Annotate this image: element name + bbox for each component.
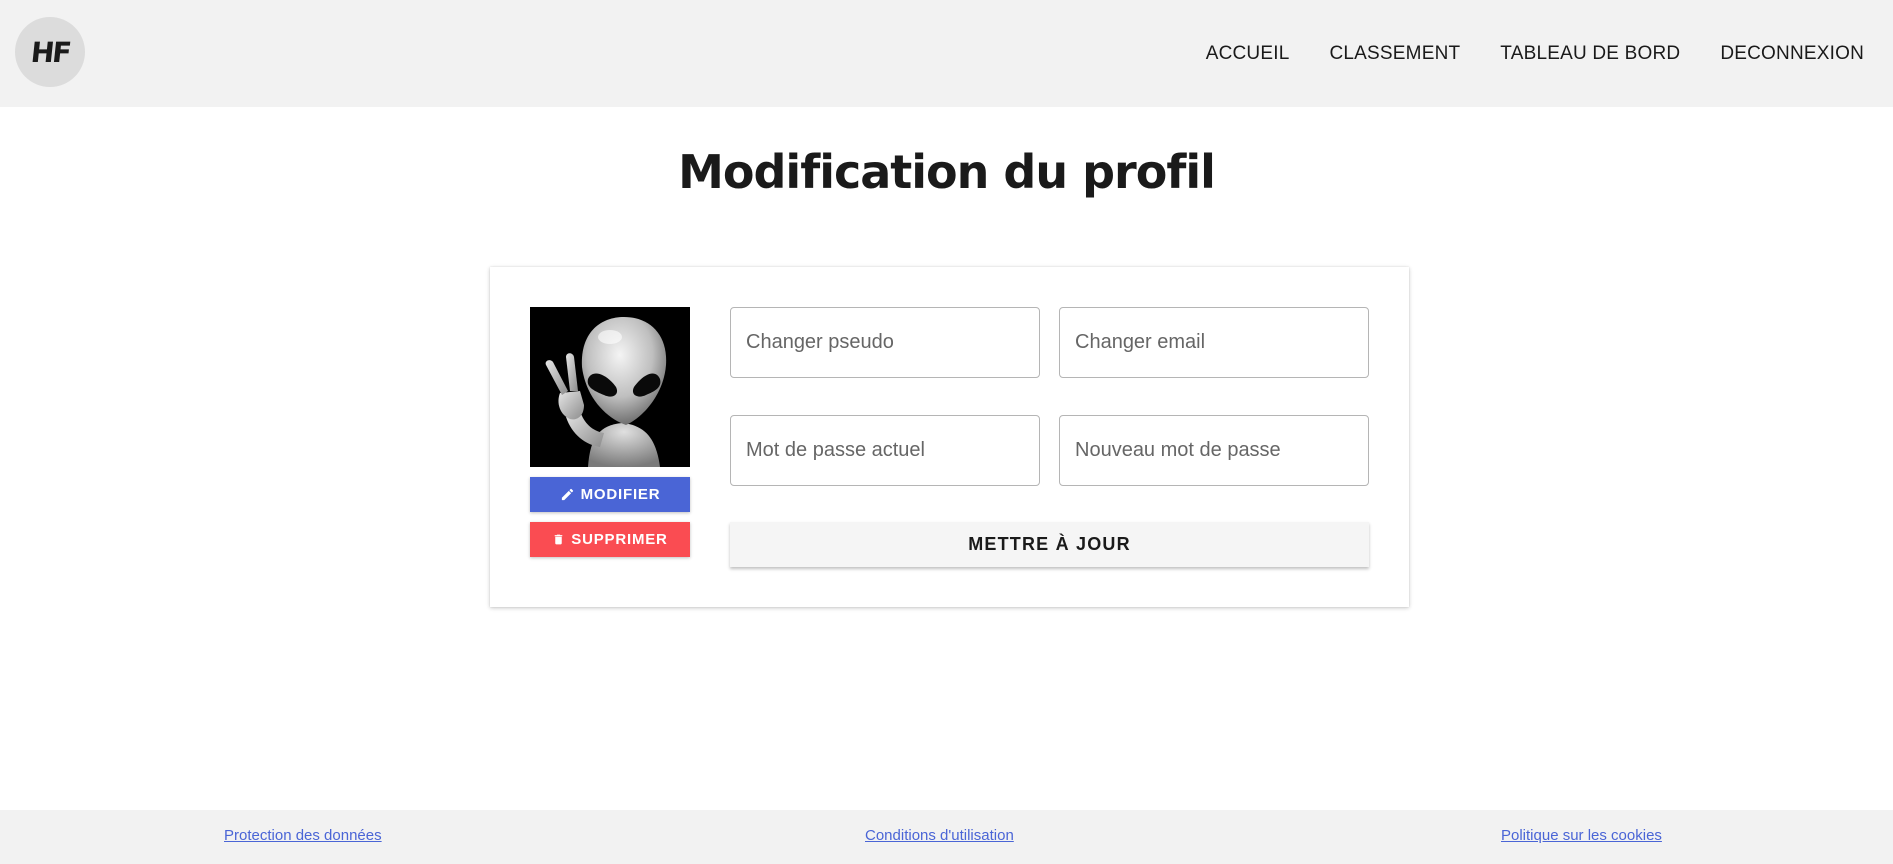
nav-ranking-link[interactable]: CLASSEMENT [1329, 43, 1460, 65]
delete-avatar-label: SUPPRIMER [571, 531, 668, 548]
page-title: Modification du profil [678, 145, 1216, 199]
new-password-input[interactable] [1059, 415, 1369, 486]
delete-avatar-button[interactable]: SUPPRIMER [530, 522, 690, 557]
terms-link[interactable]: Conditions d'utilisation [865, 827, 1014, 844]
profile-edit-card: MODIFIER SUPPRIMER METTRE À JOUR [490, 267, 1409, 607]
nav-home-link[interactable]: ACCUEIL [1206, 43, 1290, 65]
modify-avatar-label: MODIFIER [580, 486, 661, 503]
nav-logout-link[interactable]: DECONNEXION [1720, 43, 1864, 65]
avatar [530, 307, 690, 467]
email-input[interactable] [1059, 307, 1369, 378]
cookies-link[interactable]: Politique sur les cookies [1501, 827, 1662, 844]
top-header: HF ACCUEIL CLASSEMENT TABLEAU DE BORD DE… [0, 0, 1893, 107]
modify-avatar-button[interactable]: MODIFIER [530, 477, 690, 512]
site-logo[interactable]: HF [15, 17, 85, 87]
alien-avatar-icon [530, 307, 690, 467]
current-password-input[interactable] [730, 415, 1040, 486]
pseudo-input[interactable] [730, 307, 1040, 378]
trash-icon [555, 534, 563, 545]
logo-text: HF [28, 35, 72, 69]
footer: Protection des données Conditions d'util… [0, 810, 1893, 864]
privacy-link[interactable]: Protection des données [224, 827, 382, 844]
pencil-icon [561, 488, 573, 501]
main-nav: ACCUEIL CLASSEMENT TABLEAU DE BORD DECON… [1206, 0, 1864, 107]
update-profile-button[interactable]: METTRE À JOUR [730, 522, 1369, 567]
update-profile-label: METTRE À JOUR [968, 534, 1131, 554]
nav-dashboard-link[interactable]: TABLEAU DE BORD [1500, 43, 1680, 65]
